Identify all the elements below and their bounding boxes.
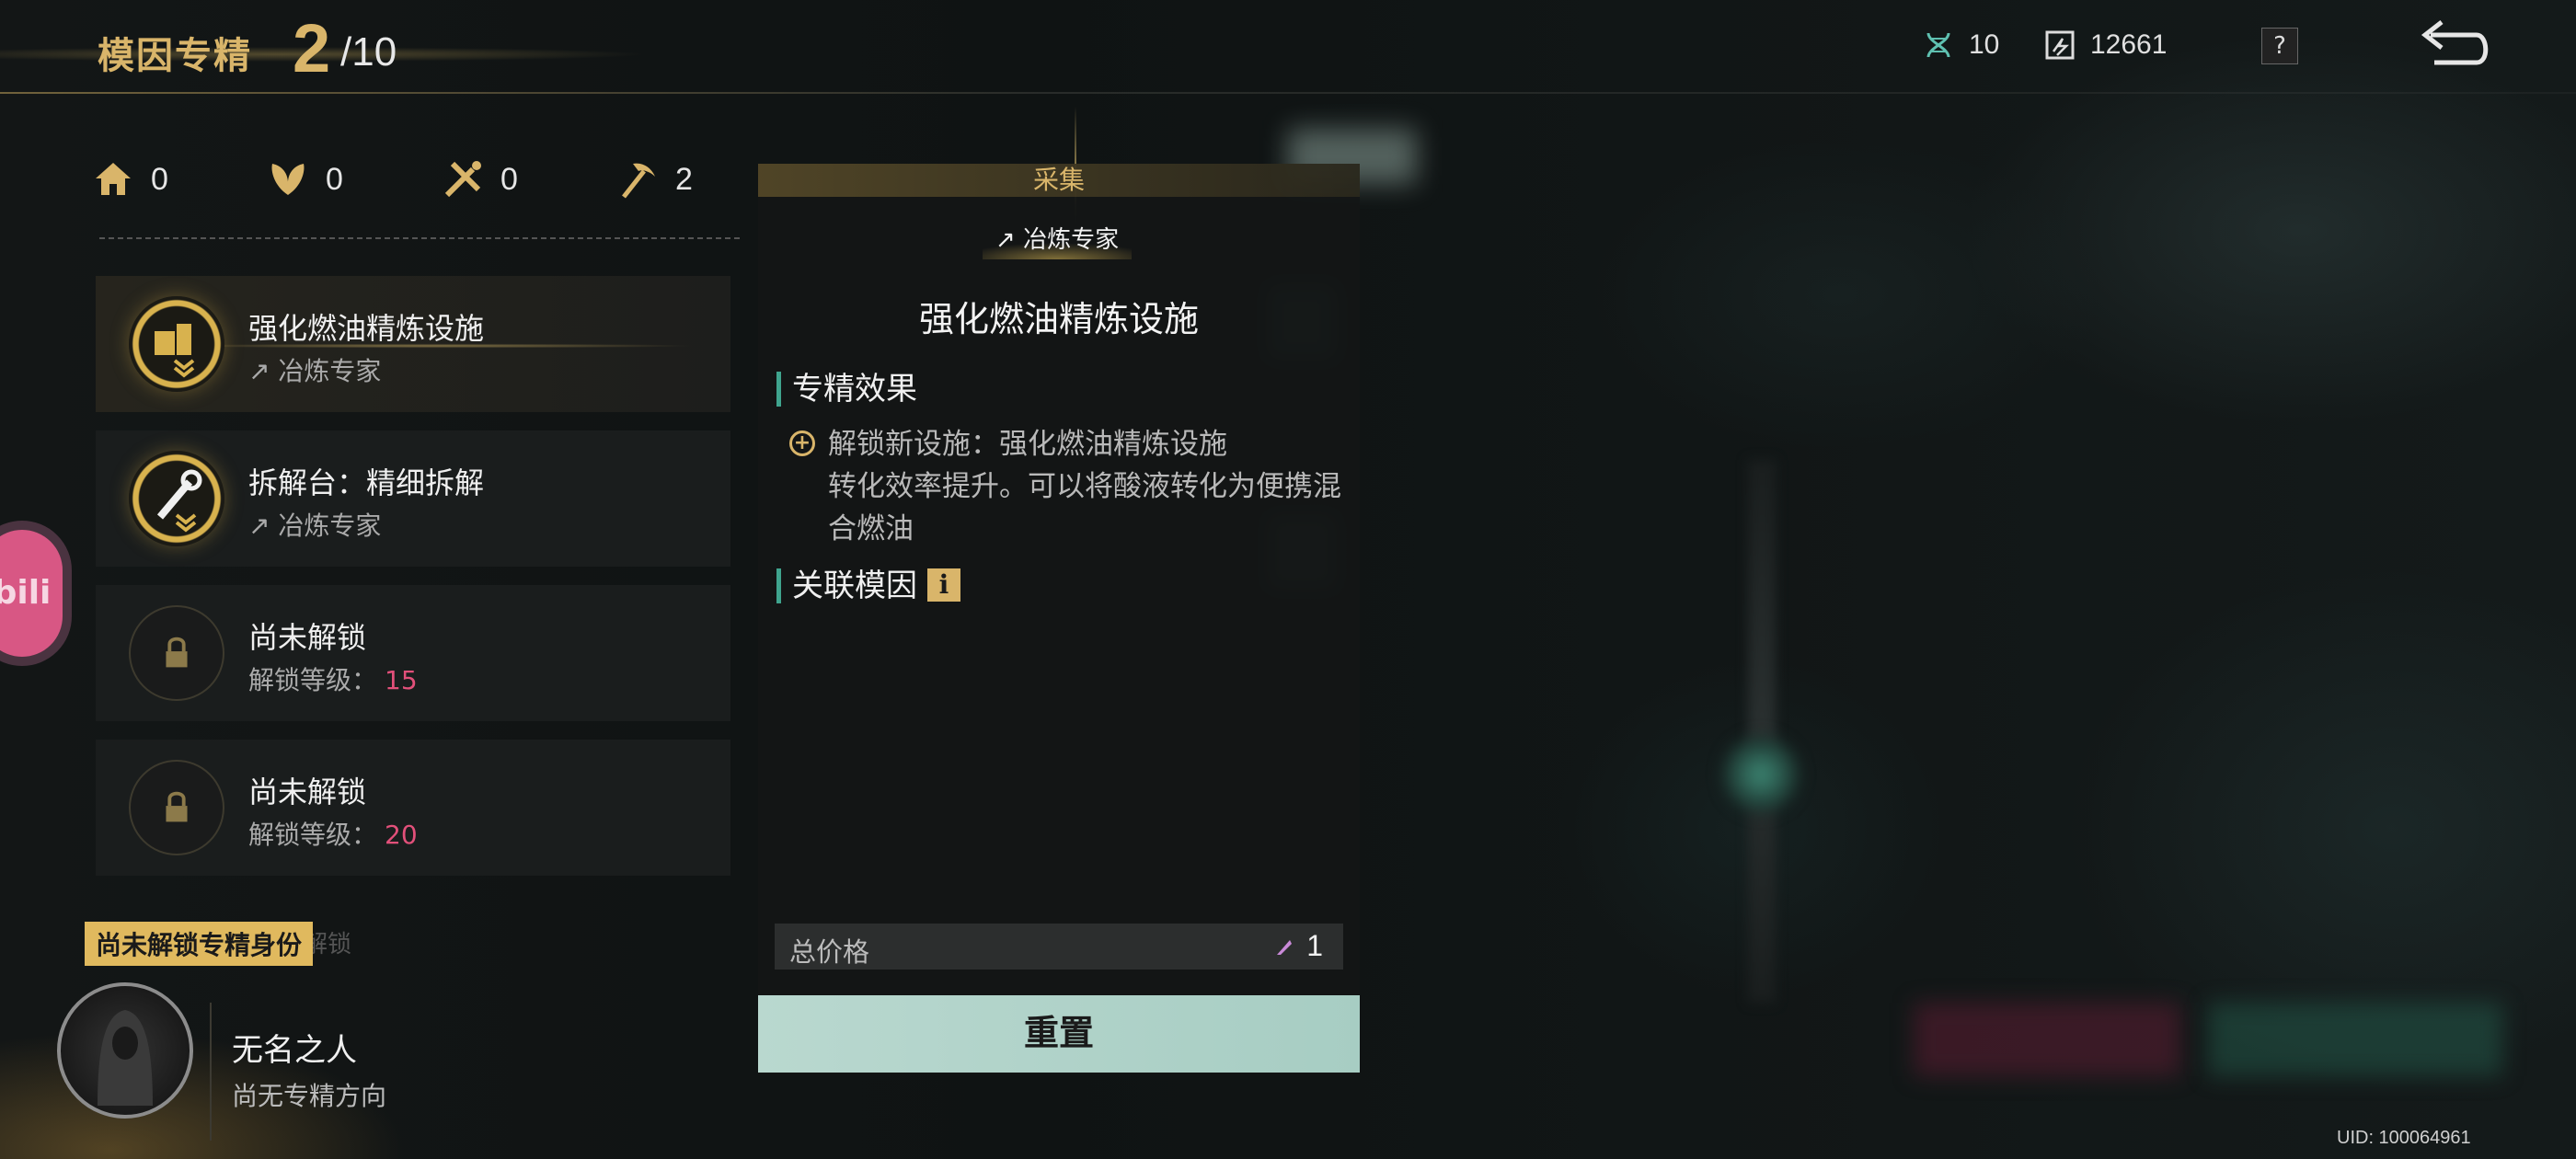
background-node-blur bbox=[1722, 736, 1800, 813]
card-title: 拆解台：精细拆解 bbox=[248, 465, 485, 500]
meme-card[interactable]: 强化燃油精炼设施 ↗ 冶炼专家 bbox=[96, 276, 730, 412]
gene-resource-value: 10 bbox=[1969, 29, 2000, 60]
tools-icon bbox=[444, 161, 481, 198]
leaf-icon bbox=[271, 164, 305, 195]
effect-line: 解锁新设施：强化燃油精炼设施 bbox=[828, 428, 1227, 461]
pickaxe-icon bbox=[622, 163, 655, 199]
page-title: 模因专精 bbox=[98, 35, 252, 77]
reset-button[interactable]: 重置 bbox=[758, 995, 1360, 1073]
meme-card-locked[interactable]: 尚未解锁 解锁等级： 20 bbox=[96, 740, 730, 876]
plus-icon: + bbox=[789, 430, 815, 456]
specialist-tag: ↗ 冶炼专家 bbox=[983, 221, 1133, 259]
meme-card-locked[interactable]: 尚未解锁 解锁等级： 15 bbox=[96, 585, 730, 721]
count-home-value: 0 bbox=[151, 161, 168, 197]
effect-heading: 专精效果 bbox=[776, 372, 917, 407]
category-header: 采集 bbox=[758, 164, 1360, 197]
info-icon[interactable]: i bbox=[927, 568, 960, 602]
lock-icon bbox=[129, 605, 224, 701]
fuel-refinery-icon bbox=[129, 296, 224, 392]
total-price-label: 总价格 bbox=[789, 936, 870, 968]
unlock-level-label: 解锁等级： bbox=[248, 820, 378, 850]
total-price-row: 总价格 1 bbox=[775, 924, 1343, 970]
mastery-level-max: /10 bbox=[340, 29, 397, 75]
category-counts: 0 0 0 2 bbox=[92, 158, 736, 213]
chip-resource: 12661 bbox=[2044, 29, 2167, 61]
unlock-level-label: 解锁等级： bbox=[248, 665, 378, 695]
card-subtitle-text: 冶炼专家 bbox=[278, 511, 382, 541]
effect-description: 解锁新设施：强化燃油精炼设施 转化效率提升。可以将酸液转化为便携混合燃油 bbox=[828, 423, 1343, 550]
mastery-direction: 尚无专精方向 bbox=[232, 1081, 387, 1111]
meme-card[interactable]: 拆解台：精细拆解 ↗ 冶炼专家 bbox=[96, 430, 730, 567]
chip-icon bbox=[2045, 30, 2075, 60]
count-home: 0 bbox=[92, 158, 168, 201]
gene-resource: 10 bbox=[1923, 29, 1999, 61]
dna-icon bbox=[1926, 32, 1950, 58]
uid-label: UID: 100064961 bbox=[2337, 1128, 2471, 1148]
avatar[interactable] bbox=[57, 982, 193, 1119]
hooded-figure-icon bbox=[98, 1010, 153, 1106]
top-bar: 模因专精 2 /10 10 12661 ? bbox=[0, 0, 2576, 96]
game-screen: 模因专精 2 /10 10 12661 ? 0 0 0 2 强化燃油精炼设施 ↗… bbox=[0, 0, 2576, 1159]
feather-token-icon bbox=[1277, 940, 1292, 955]
count-farm-value: 0 bbox=[326, 161, 343, 197]
card-title: 强化燃油精炼设施 bbox=[248, 311, 485, 346]
specialist-tag-text: 冶炼专家 bbox=[1023, 226, 1120, 254]
detail-title: 强化燃油精炼设施 bbox=[918, 299, 1199, 339]
card-subtitle: 解锁等级： 20 bbox=[248, 815, 418, 852]
effect-line: 转化效率提升。可以将酸液转化为便携混合燃油 bbox=[828, 470, 1341, 545]
card-subtitle: ↗ 冶炼专家 bbox=[248, 356, 382, 386]
count-gather: 2 bbox=[616, 158, 693, 201]
top-bar-divider bbox=[0, 92, 2576, 94]
count-gather-value: 2 bbox=[675, 161, 693, 197]
card-subtitle-text: 冶炼专家 bbox=[278, 356, 382, 386]
identity-tag: 尚未解锁专精身份 bbox=[85, 922, 314, 966]
player-name: 无名之人 bbox=[232, 1032, 357, 1069]
background-button-blur-red bbox=[1914, 1003, 2180, 1076]
card-title: 尚未解锁 bbox=[248, 775, 367, 809]
detail-panel: 采集 ↗ 冶炼专家 强化燃油精炼设施 专精效果 + 解锁新设施：强化燃油精炼设施… bbox=[758, 164, 1360, 1074]
count-craft-value: 0 bbox=[500, 161, 518, 197]
chip-resource-value: 12661 bbox=[2090, 29, 2168, 60]
dismantle-wrench-icon bbox=[129, 451, 224, 546]
related-heading: 关联模因 bbox=[776, 568, 917, 603]
card-subtitle: 解锁等级： 15 bbox=[248, 660, 418, 697]
count-craft: 0 bbox=[442, 158, 518, 201]
mastery-level-current: 2 bbox=[293, 10, 331, 86]
help-button[interactable]: ? bbox=[2261, 28, 2298, 64]
avatar-divider bbox=[210, 1003, 212, 1141]
count-farm: 0 bbox=[267, 158, 343, 201]
house-icon bbox=[96, 163, 131, 195]
unlock-level-value: 20 bbox=[385, 820, 418, 850]
dashed-divider bbox=[99, 237, 740, 239]
unlock-level-value: 15 bbox=[385, 665, 418, 695]
background-slider-blur bbox=[1748, 460, 1776, 1003]
lock-icon bbox=[129, 760, 224, 855]
background-button-blur-green bbox=[2208, 1003, 2502, 1076]
card-title: 尚未解锁 bbox=[248, 620, 367, 655]
back-arrow-icon[interactable] bbox=[2410, 15, 2493, 74]
card-subtitle: ↗ 冶炼专家 bbox=[248, 511, 382, 541]
total-price-value: 1 bbox=[1306, 929, 1323, 962]
bilibili-float-button[interactable]: bili bbox=[0, 521, 72, 666]
